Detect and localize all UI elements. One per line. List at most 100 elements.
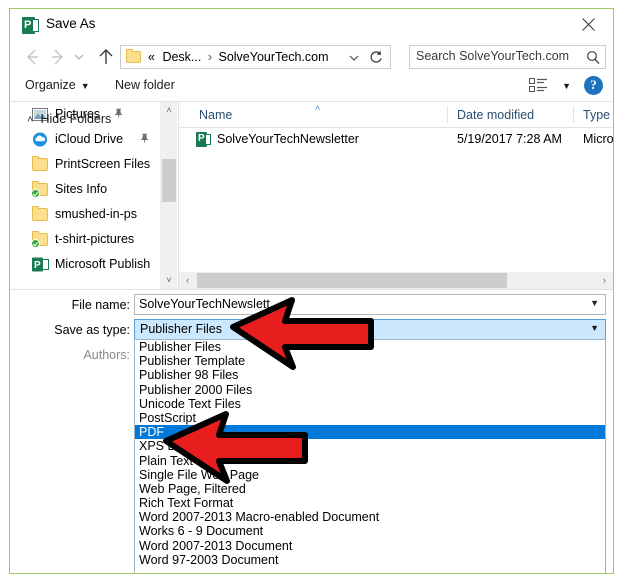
sidebar-item-printscreen-files[interactable]: PrintScreen Files <box>10 152 160 177</box>
column-header-name[interactable]: Name <box>199 108 232 122</box>
help-button[interactable]: ? <box>584 76 603 95</box>
view-chevron-down-icon[interactable]: ▼ <box>562 81 571 91</box>
sidebar-item-label: iCloud Drive <box>55 132 123 146</box>
column-divider[interactable] <box>573 106 574 123</box>
up-icon[interactable] <box>94 45 118 69</box>
sort-ascending-icon: ˄ <box>315 103 320 113</box>
publisher-file-icon <box>196 132 211 148</box>
refresh-icon[interactable] <box>365 46 387 68</box>
help-label: ? <box>584 77 603 93</box>
hide-folders-button[interactable]: ˄ Hide Folders <box>27 112 111 126</box>
navigation-bar: « Desk... › SolveYourTech.com <box>10 41 613 72</box>
address-bar[interactable]: « Desk... › SolveYourTech.com <box>120 45 391 69</box>
hide-folders-label: Hide Folders <box>40 112 111 126</box>
dropdown-option-publisher-98-files[interactable]: Publisher 98 Files <box>135 368 605 382</box>
save-as-dialog: Save As <box>9 8 614 574</box>
dropdown-option-word-2007-2013-document[interactable]: Word 2007-2013 Document <box>135 539 605 553</box>
publisher-icon <box>22 17 39 34</box>
close-button[interactable] <box>567 9 613 40</box>
sidebar-item-label: PrintScreen Files <box>55 157 150 171</box>
dropdown-option-publisher-template[interactable]: Publisher Template <box>135 354 605 368</box>
recent-locations-chevron-down-icon[interactable] <box>70 45 88 69</box>
organize-button[interactable]: Organize ▼ <box>25 78 90 92</box>
file-list-row[interactable]: SolveYourTechNewsletter 5/19/2017 7:28 A… <box>179 128 613 152</box>
column-header-row: Name ˄ Date modified Type <box>179 102 613 128</box>
sidebar-scrollbar[interactable]: ˄ ˅ <box>160 102 177 289</box>
publisher-icon: P <box>32 257 49 272</box>
scroll-up-icon[interactable]: ˄ <box>161 102 177 119</box>
dropdown-option-plain-text[interactable]: Plain Text <box>135 454 605 468</box>
breadcrumb-separator: › <box>205 50 215 64</box>
column-divider[interactable] <box>447 106 448 123</box>
file-date-modified: 5/19/2017 7:28 AM <box>457 132 562 146</box>
dropdown-option-publisher-files[interactable]: Publisher Files <box>135 340 605 354</box>
title-bar: Save As <box>10 9 613 41</box>
dropdown-option-word-2007-2013-macro-enabled-document[interactable]: Word 2007-2013 Macro-enabled Document <box>135 510 605 524</box>
sidebar-item-icloud-drive[interactable]: iCloud Drive <box>10 127 160 152</box>
dropdown-option-rich-text-format[interactable]: Rich Text Format <box>135 496 605 510</box>
sidebar-item-label: smushed-in-ps <box>55 207 137 221</box>
sidebar-item-smushed-in-ps[interactable]: smushed-in-ps <box>10 202 160 227</box>
dropdown-option-web-page-filtered[interactable]: Web Page, Filtered <box>135 482 605 496</box>
breadcrumb-prefix: « <box>148 50 155 64</box>
file-name-chevron-down-icon[interactable]: ▼ <box>590 298 599 308</box>
back-icon[interactable] <box>20 45 44 69</box>
sync-badge-icon <box>31 189 40 198</box>
sidebar-item-label: Sites Info <box>55 182 107 196</box>
sidebar-scroll-thumb[interactable] <box>162 159 176 202</box>
search-input[interactable] <box>416 49 576 63</box>
new-folder-button[interactable]: New folder <box>115 78 175 92</box>
svg-text:P: P <box>34 260 41 271</box>
breadcrumb-parent[interactable]: Desk... <box>158 50 201 64</box>
save-as-type-dropdown-list[interactable]: Publisher FilesPublisher TemplatePublish… <box>134 339 606 574</box>
organize-label: Organize <box>25 78 76 92</box>
breadcrumb-current[interactable]: SolveYourTech.com <box>218 50 328 64</box>
sidebar-item-microsoft-publish[interactable]: P Microsoft Publish <box>10 252 160 277</box>
scroll-left-icon[interactable]: ‹ <box>179 272 196 289</box>
chevron-down-icon: ▼ <box>81 81 90 91</box>
sidebar-item-sites-info[interactable]: Sites Info <box>10 177 160 202</box>
sidebar-item-label: t-shirt-pictures <box>55 232 134 246</box>
save-as-type-label: Save as type: <box>30 323 130 337</box>
breadcrumb: « Desk... › SolveYourTech.com <box>148 50 329 64</box>
file-name-field[interactable]: ▼ <box>134 294 606 315</box>
forward-icon[interactable] <box>46 45 70 69</box>
file-name-input[interactable] <box>139 297 559 311</box>
scroll-down-icon[interactable]: ˅ <box>161 272 177 289</box>
dropdown-option-single-file-web-page[interactable]: Single File Web Page <box>135 468 605 482</box>
toolbar: Organize ▼ New folder ▼ ? <box>10 72 613 102</box>
pin-icon[interactable] <box>139 133 150 148</box>
dropdown-option-xps-document[interactable]: XPS Document <box>135 439 605 453</box>
dropdown-option-postscript[interactable]: PostScript <box>135 411 605 425</box>
dropdown-option-works-6-9-document[interactable]: Works 6 - 9 Document <box>135 524 605 538</box>
save-as-type-chevron-down-icon[interactable]: ▼ <box>590 323 599 333</box>
window-title: Save As <box>46 16 96 31</box>
save-as-type-combobox[interactable]: Publisher Files ▼ <box>134 319 606 340</box>
browser-area: PicturesiCloud DrivePrintScreen FilesSit… <box>10 102 613 289</box>
navigation-sidebar: PicturesiCloud DrivePrintScreen FilesSit… <box>10 102 160 289</box>
column-header-type[interactable]: Type <box>583 108 610 122</box>
cloud-icon <box>32 132 49 147</box>
dropdown-option-unicode-text-files[interactable]: Unicode Text Files <box>135 397 605 411</box>
view-list-icon[interactable] <box>529 78 549 94</box>
scroll-right-icon[interactable]: › <box>596 272 613 289</box>
sidebar-item-t-shirt-pictures[interactable]: t-shirt-pictures <box>10 227 160 252</box>
horizontal-scroll-thumb[interactable] <box>197 273 507 288</box>
address-chevron-down-icon[interactable] <box>344 46 364 68</box>
dropdown-option-pdf[interactable]: PDF <box>135 425 605 439</box>
folder-icon <box>32 207 49 222</box>
dropdown-option-publisher-2000-files[interactable]: Publisher 2000 Files <box>135 383 605 397</box>
file-list-horizontal-scrollbar[interactable]: ‹ › <box>179 272 613 289</box>
sidebar-item-label: Microsoft Publish <box>55 257 150 271</box>
column-header-date-modified[interactable]: Date modified <box>457 108 534 122</box>
save-as-type-value: Publisher Files <box>140 322 222 336</box>
file-name: SolveYourTechNewsletter <box>217 132 359 146</box>
chevron-up-icon: ˄ <box>27 114 33 126</box>
sync-badge-icon <box>31 239 40 248</box>
folder-icon <box>32 182 49 197</box>
search-box[interactable] <box>409 45 606 69</box>
folder-icon <box>126 50 141 63</box>
search-icon <box>586 50 600 68</box>
dropdown-option-word-97-2003-document[interactable]: Word 97-2003 Document <box>135 553 605 567</box>
pin-icon[interactable] <box>113 108 124 123</box>
